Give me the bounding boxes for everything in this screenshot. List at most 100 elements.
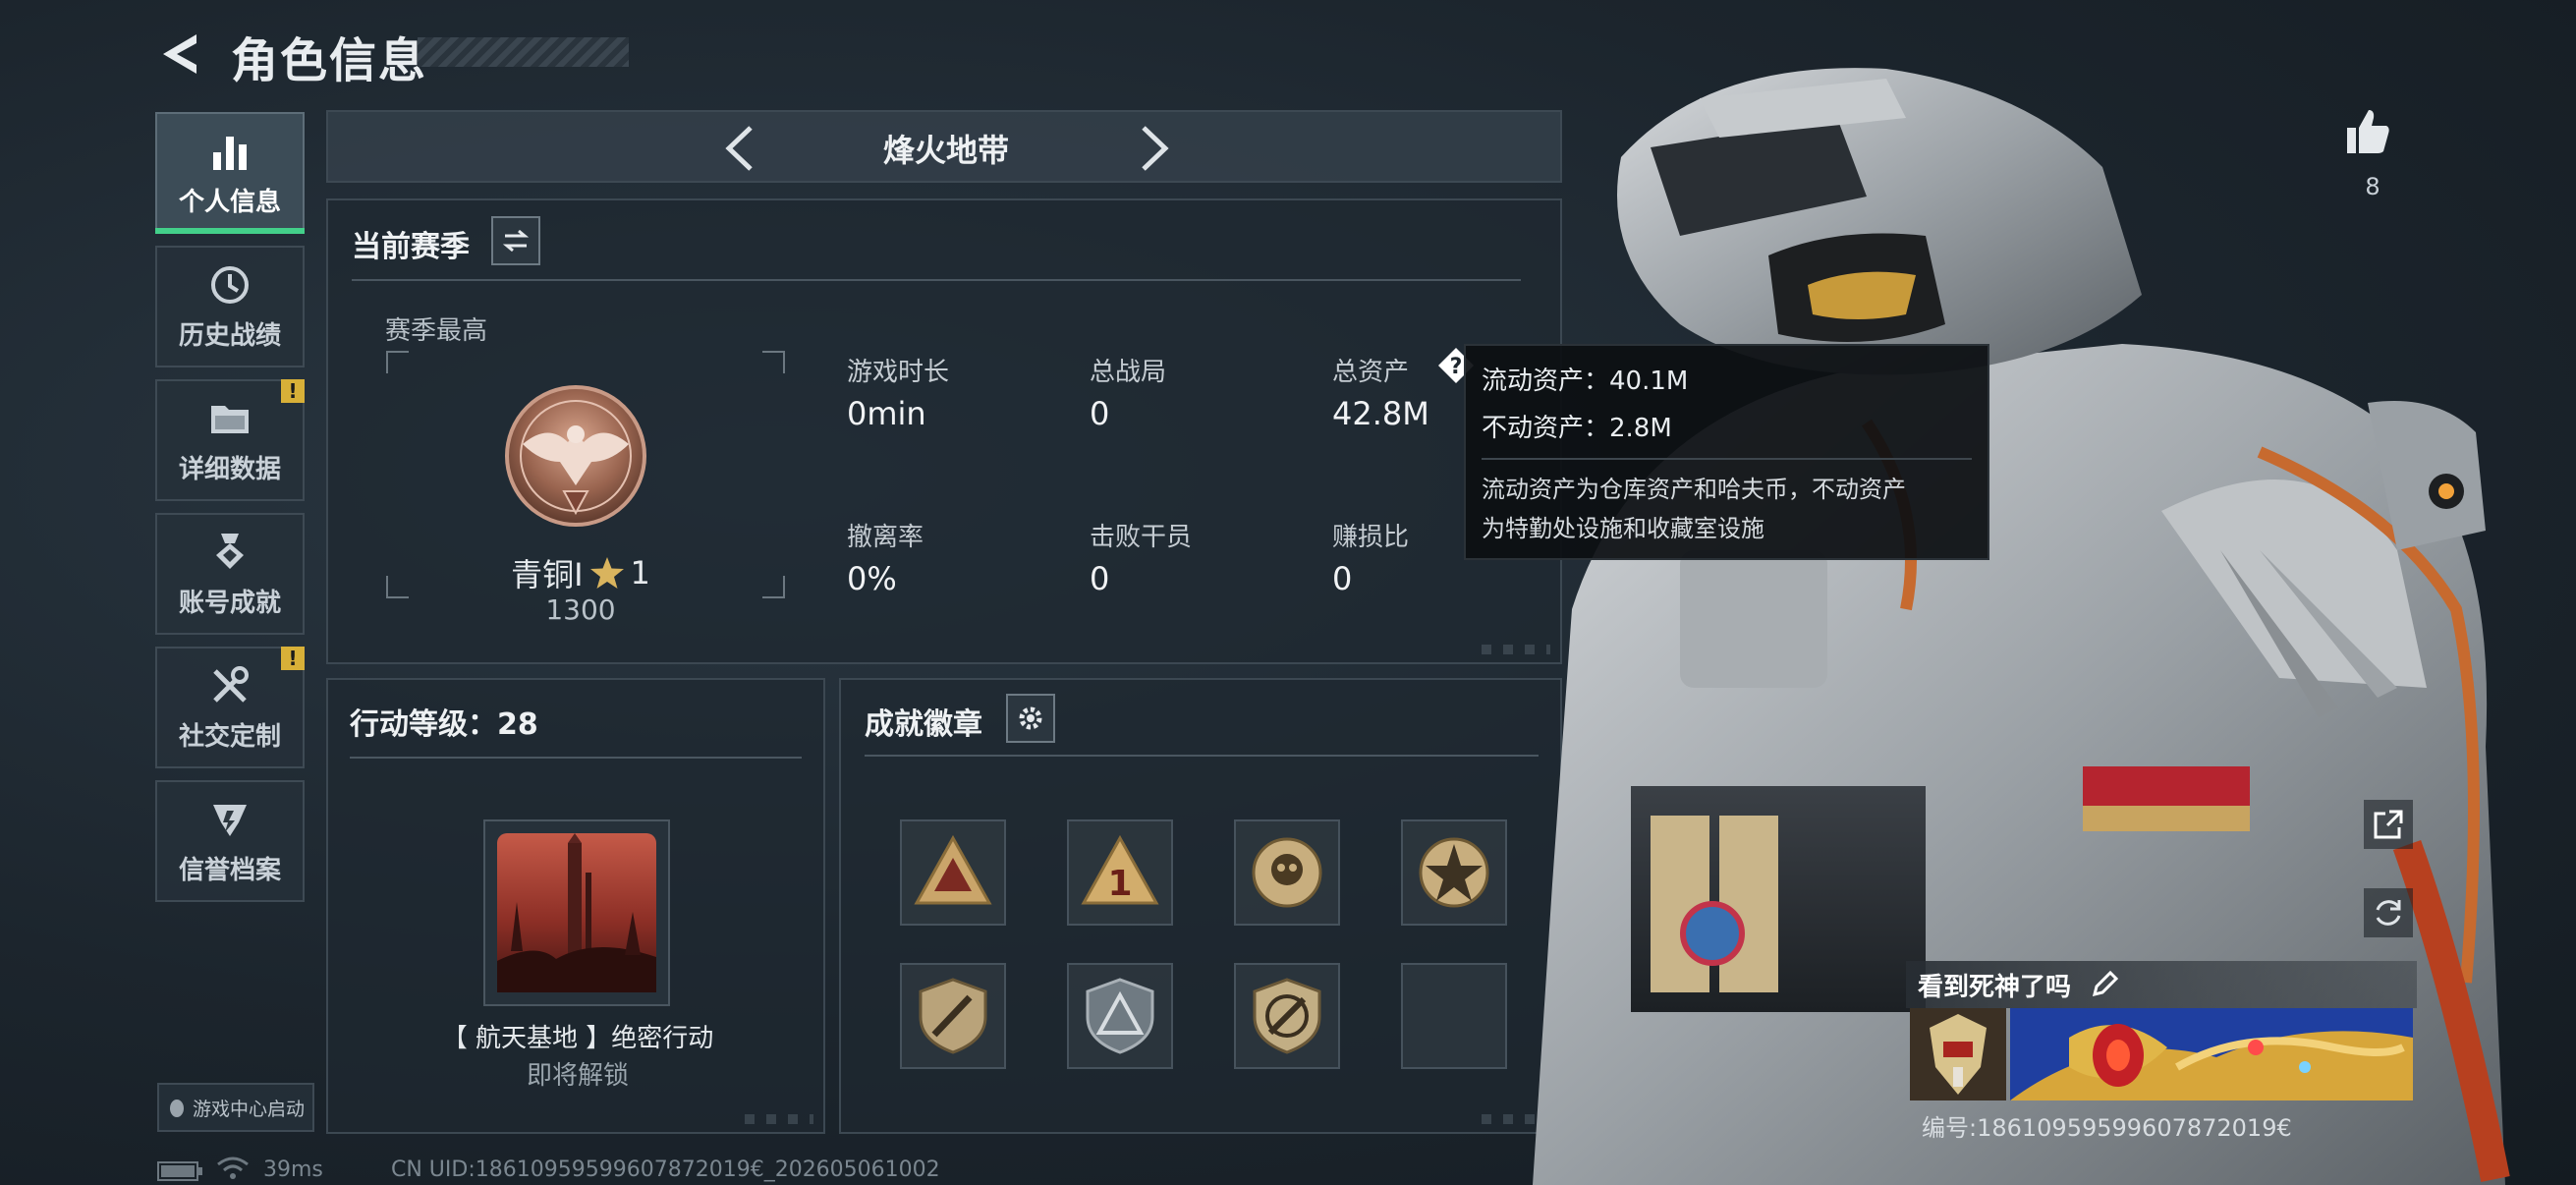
map-name: 【 航天基地 】绝密行动: [441, 1024, 714, 1053]
badge-slot[interactable]: [900, 963, 1006, 1069]
thumbs-up-icon[interactable]: [2343, 106, 2392, 157]
season-title: 当前赛季: [352, 230, 470, 264]
svg-text:?: ?: [1450, 355, 1463, 379]
player-card-id: 编号:18610959599607872019€: [1922, 1114, 2292, 1142]
stat-value-total-matches: 0: [1090, 395, 1110, 432]
game-center-label: 游戏中心启动: [192, 1098, 305, 1120]
back-arrow-icon[interactable]: [155, 29, 204, 79]
player-avatar[interactable]: [1910, 1008, 2006, 1100]
gear-icon: [1019, 706, 1042, 730]
badge-title: 成就徽章: [865, 707, 982, 742]
stat-label-total-assets: 总资产: [1332, 358, 1410, 387]
bronze-eagle-rank-icon: [505, 385, 646, 527]
credit-badge-icon: [213, 804, 247, 836]
badge-slot[interactable]: [1234, 963, 1340, 1069]
stat-value-kills: 0: [1090, 560, 1110, 597]
alert-badge: !: [281, 647, 305, 670]
badge-slot[interactable]: [1234, 819, 1340, 926]
player-uid: CN UID:18610959599607872019€_20260506100…: [391, 1157, 940, 1182]
season-best-label: 赛季最高: [385, 316, 488, 346]
stat-label-playtime: 游戏时长: [847, 358, 950, 387]
stat-label-kills: 击败干员: [1090, 523, 1193, 552]
stat-value-profit-ratio: 0: [1332, 560, 1353, 597]
tooltip-divider: [1482, 458, 1972, 460]
nav-label: 个人信息: [178, 187, 281, 217]
map-status: 即将解锁: [526, 1061, 629, 1091]
nav-item-credit-profile[interactable]: 信誉档案: [155, 780, 305, 902]
rank-line: 青铜Ⅰ 1: [466, 550, 696, 595]
medal-icon: [216, 533, 244, 569]
badge-slot[interactable]: [1401, 819, 1507, 926]
season-switch-button[interactable]: [491, 216, 540, 265]
level-title: 行动等级：28: [350, 707, 538, 742]
badge-slot[interactable]: [1067, 963, 1173, 1069]
rank-name: 青铜Ⅰ: [511, 556, 584, 593]
star-badge-icon: [1419, 837, 1489, 908]
nav-label: 社交定制: [178, 721, 281, 752]
rotate-button[interactable]: [2364, 888, 2413, 937]
shield-knife-badge-icon: [1253, 978, 1321, 1054]
nav-item-detailed-data[interactable]: 详细数据 !: [155, 379, 305, 501]
nav-label: 账号成就: [178, 588, 281, 618]
skull-badge-icon: [1252, 837, 1322, 908]
player-name: 看到死神了吗: [1918, 973, 2072, 1002]
stat-value-extract-rate: 0%: [847, 560, 897, 597]
star-icon: [589, 557, 624, 589]
nav-label: 历史战绩: [178, 320, 281, 351]
corner-decoration: [745, 1114, 813, 1124]
tooltip-fixed-assets: 不动资产：2.8M: [1482, 414, 1672, 443]
map-thumbnail-frame[interactable]: [483, 819, 670, 1006]
badge-slot-empty[interactable]: [1401, 963, 1507, 1069]
share-button[interactable]: [2364, 800, 2413, 849]
stat-value-total-assets: 42.8M: [1332, 395, 1429, 432]
wifi-icon: [217, 1157, 249, 1179]
share-icon: [2374, 810, 2403, 839]
name-card-banner-image: [2010, 1008, 2413, 1100]
network-ping: 39ms: [263, 1157, 323, 1182]
nav-item-achievements[interactable]: 账号成就: [155, 513, 305, 635]
rank-stars: 1: [630, 554, 650, 592]
stat-label-extract-rate: 撤离率: [847, 523, 924, 552]
nav-label: 详细数据: [178, 454, 281, 484]
like-count: 8: [2365, 173, 2380, 200]
tooltip-description-line1: 流动资产为仓库资产和哈夫币，不动资产: [1482, 476, 1906, 503]
season-divider: [352, 279, 1521, 281]
page-title: 角色信息: [231, 33, 428, 88]
nav-item-history[interactable]: 历史战绩: [155, 246, 305, 367]
edit-pencil-icon[interactable]: [2091, 969, 2120, 998]
nav-item-social-custom[interactable]: 社交定制 !: [155, 647, 305, 768]
stat-label-total-matches: 总战局: [1090, 358, 1167, 387]
stat-label-profit-ratio: 赚损比: [1332, 523, 1410, 552]
level-divider: [350, 757, 802, 759]
badge-divider: [865, 755, 1539, 757]
season-panel: 当前赛季 赛季最高 青铜Ⅰ 1 1300 游戏时长 0min 总战局 0 总资产…: [326, 198, 1562, 664]
history-icon: [211, 265, 249, 304]
level-panel: 行动等级：28 【 航天基地 】绝密行动 即将解锁: [326, 678, 825, 1134]
shield-knife-badge-icon: [919, 978, 987, 1054]
chevron-right-icon[interactable]: [1134, 124, 1173, 173]
nav-label: 信誉档案: [178, 855, 281, 885]
stat-value-playtime: 0min: [847, 395, 926, 432]
svg-text:1: 1: [1107, 864, 1132, 904]
tools-icon: [213, 665, 249, 703]
triangle-badge-icon: [914, 834, 992, 905]
launch-base-map-image: [497, 833, 656, 992]
penguin-icon: [169, 1100, 184, 1117]
shield-triangle-badge-icon: [1086, 978, 1154, 1054]
assets-tooltip: 流动资产：40.1M 不动资产：2.8M 流动资产为仓库资产和哈夫币，不动资产 …: [1464, 344, 1989, 560]
mode-selector-bar: 烽火地带: [326, 110, 1562, 183]
game-center-launch-button[interactable]: 游戏中心启动: [157, 1083, 314, 1132]
tooltip-description-line2: 为特勤处设施和收藏室设施: [1482, 515, 1764, 542]
badge-settings-button[interactable]: [1006, 694, 1055, 743]
mode-name: 烽火地带: [882, 132, 1009, 169]
rank-points: 1300: [545, 593, 616, 626]
bar-chart-icon: [213, 136, 247, 170]
swap-icon: [502, 229, 530, 253]
folder-icon: [211, 405, 249, 433]
battery-icon: [157, 1161, 202, 1181]
refresh-icon: [2376, 900, 2401, 926]
badge-slot[interactable]: [900, 819, 1006, 926]
tooltip-liquid-assets: 流动资产：40.1M: [1482, 367, 1689, 396]
badge-slot[interactable]: 1: [1067, 819, 1173, 926]
nav-item-personal-info[interactable]: 个人信息: [155, 112, 305, 234]
